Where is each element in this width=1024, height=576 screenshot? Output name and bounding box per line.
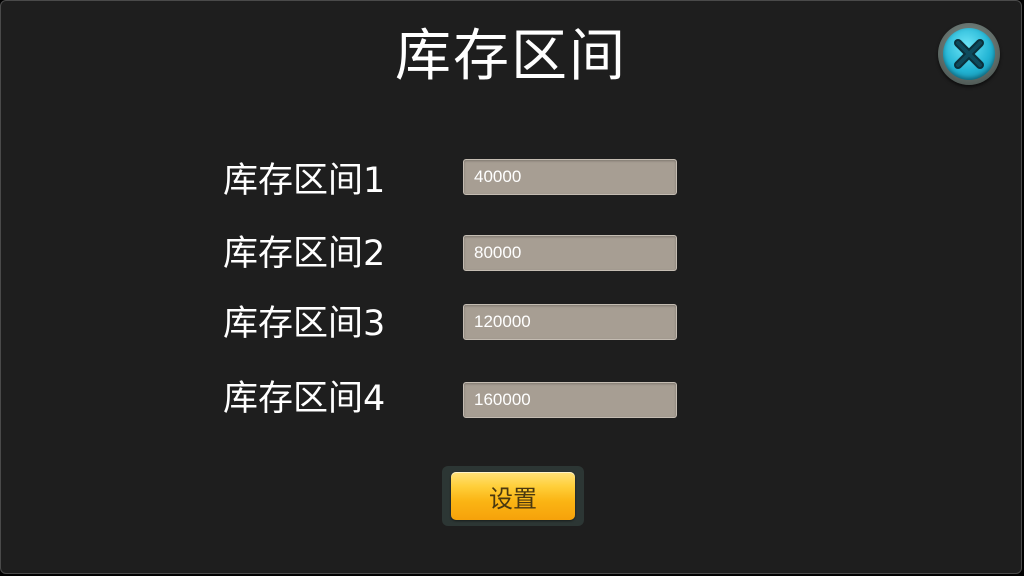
set-button-frame: 设置 (442, 466, 584, 526)
range-4-label: 库存区间4 (223, 379, 386, 419)
close-icon (954, 39, 984, 69)
set-button[interactable]: 设置 (451, 472, 575, 520)
range-1-input[interactable] (463, 159, 677, 195)
range-3-label: 库存区间3 (223, 304, 386, 344)
dialog-title: 库存区间 (395, 24, 627, 89)
range-2-input[interactable] (463, 235, 677, 271)
close-button[interactable] (938, 23, 1000, 85)
range-1-label: 库存区间1 (223, 161, 386, 201)
inventory-range-dialog: 库存区间 库存区间1 库存区间2 库存区间3 库存区间4 设置 (0, 0, 1022, 574)
range-3-input[interactable] (463, 304, 677, 340)
range-4-input[interactable] (463, 382, 677, 418)
range-2-label: 库存区间2 (223, 234, 386, 274)
